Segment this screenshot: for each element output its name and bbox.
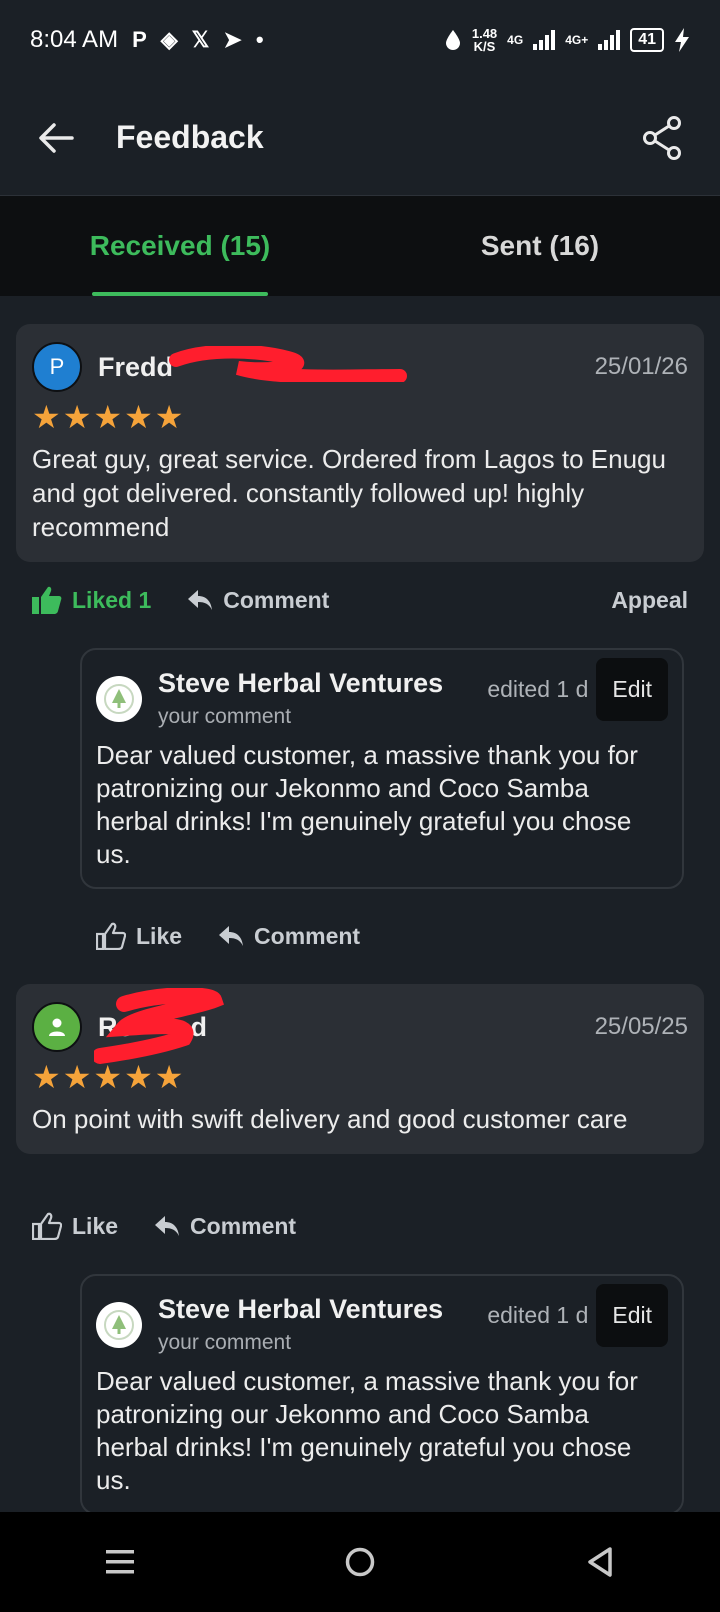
thumbs-up-icon: [96, 922, 126, 950]
reply-actions: Like Comment: [96, 916, 676, 956]
redaction-scribble: [169, 345, 407, 382]
business-name: Steve Herbal Ventures: [158, 1294, 444, 1324]
review-text: On point with swift delivery and good cu…: [32, 1104, 628, 1134]
feedback-tabs: Received (15) Sent (16): [0, 196, 720, 296]
reply-text: Dear valued customer, a massive thank yo…: [96, 740, 638, 869]
like-button[interactable]: Like: [96, 922, 182, 950]
system-nav-bar: [0, 1512, 720, 1612]
tab-sent[interactable]: Sent (16): [360, 196, 720, 296]
status-left: 8:04 AM P ◈ 𝕏 ➤ •: [30, 26, 264, 54]
charging-bolt-icon: [675, 28, 689, 52]
binance-icon: ◈: [160, 27, 178, 52]
edited-label: edited 1 d: [487, 676, 589, 702]
review-actions: Liked 1 Comment Appeal: [32, 580, 688, 620]
business-logo-icon: [96, 1302, 142, 1348]
comment-button[interactable]: Comment: [187, 587, 329, 614]
net-speed-unit: K/S: [473, 39, 496, 54]
thumbs-up-filled-icon: [32, 586, 62, 614]
tab-sent-label: Sent (16): [480, 230, 600, 261]
review-date: 25/01/26: [594, 353, 688, 380]
reply-card: Steve Herbal Ventures your comment edite…: [80, 1274, 684, 1515]
reply-text: Dear valued customer, a massive thank yo…: [96, 1366, 638, 1495]
signal-bars-icon-2: [598, 30, 621, 50]
edit-button[interactable]: Edit: [596, 1284, 668, 1347]
reply-header: Steve Herbal Ventures your comment edite…: [96, 658, 668, 729]
reviewer-name-visible: Fredd: [98, 351, 174, 382]
reviewer-name: Fredd e: [98, 345, 407, 383]
net-speed: 1.48 K/S: [472, 27, 497, 53]
review-card: P Fredd e 25/01/26 ★★★★★ Great guy, great…: [16, 324, 704, 562]
thumbs-up-icon: [32, 1212, 62, 1240]
battery-level: 41: [630, 28, 664, 52]
parking-app-icon: P: [132, 27, 147, 52]
reviewer-name: Re d: [94, 987, 224, 1064]
review-header: P Fredd e 25/01/26: [32, 342, 688, 392]
reply-arrow-icon: [188, 590, 213, 610]
review-text: Great guy, great service. Ordered from L…: [32, 444, 666, 542]
app-bar: Feedback: [0, 80, 720, 196]
status-bar: 8:04 AM P ◈ 𝕏 ➤ • 1.48 K/S 4G 4G+ 41: [0, 0, 720, 80]
review-card: Re d 25/05/25 ★★★★★ On point with swift d…: [16, 984, 704, 1154]
review-header: Re d 25/05/25: [32, 987, 688, 1064]
business-info: Steve Herbal Ventures your comment: [158, 1294, 443, 1355]
avatar: [32, 1002, 82, 1052]
reply-card: Steve Herbal Ventures your comment edite…: [80, 648, 684, 889]
signal-label-1: 4G: [507, 33, 524, 47]
status-right: 1.48 K/S 4G 4G+ 41: [444, 27, 690, 53]
comment-button[interactable]: Comment: [154, 1213, 296, 1240]
like-label: Liked 1: [72, 586, 152, 613]
business-info: Steve Herbal Ventures your comment: [158, 668, 443, 729]
redaction-scribble: [94, 987, 224, 1064]
business-name: Steve Herbal Ventures: [158, 668, 444, 698]
edited-label: edited 1 d: [487, 1302, 589, 1328]
data-saver-drop-icon: [445, 30, 460, 50]
like-button[interactable]: Like: [32, 1212, 118, 1240]
home-icon[interactable]: [330, 1532, 390, 1592]
person-icon: [49, 1018, 65, 1036]
active-tab-indicator: [92, 292, 268, 296]
signal-label-2: 4G+: [565, 33, 589, 47]
review-date: 25/05/25: [594, 1013, 688, 1040]
tab-received-label: Received (15): [89, 230, 271, 261]
tab-received[interactable]: Received (15): [0, 196, 360, 296]
telegram-icon: ➤: [223, 27, 242, 52]
reply-header: Steve Herbal Ventures your comment edite…: [96, 1284, 668, 1355]
recent-apps-icon[interactable]: [90, 1532, 150, 1592]
reply-arrow-icon: [155, 1216, 180, 1236]
more-notifications-dot-icon: •: [255, 27, 264, 52]
share-icon[interactable]: [640, 115, 684, 160]
your-comment-label: your comment: [158, 705, 292, 728]
x-app-icon: 𝕏: [191, 27, 210, 52]
like-label: Like: [72, 1212, 119, 1239]
avatar: P: [32, 342, 82, 392]
your-comment-label: your comment: [158, 1331, 292, 1354]
status-time: 8:04 AM: [30, 26, 119, 53]
comment-label: Comment: [223, 586, 330, 613]
review-actions: Like Comment: [32, 1206, 688, 1246]
reply-arrow-icon: [219, 926, 244, 946]
page-title: Feedback: [116, 119, 264, 155]
like-button[interactable]: Liked 1: [32, 586, 151, 614]
edit-button[interactable]: Edit: [596, 658, 668, 721]
comment-label: Comment: [254, 922, 361, 949]
business-logo-icon: [96, 676, 142, 722]
back-arrow-icon[interactable]: [36, 118, 76, 158]
comment-button[interactable]: Comment: [218, 923, 360, 950]
star-rating: ★★★★★: [32, 399, 186, 435]
like-label: Like: [136, 922, 183, 949]
avatar-letter: P: [49, 354, 65, 379]
signal-bars-icon: [533, 30, 556, 50]
appeal-button[interactable]: Appeal: [611, 587, 688, 614]
back-triangle-icon[interactable]: [570, 1532, 630, 1592]
comment-label: Comment: [190, 1212, 297, 1239]
